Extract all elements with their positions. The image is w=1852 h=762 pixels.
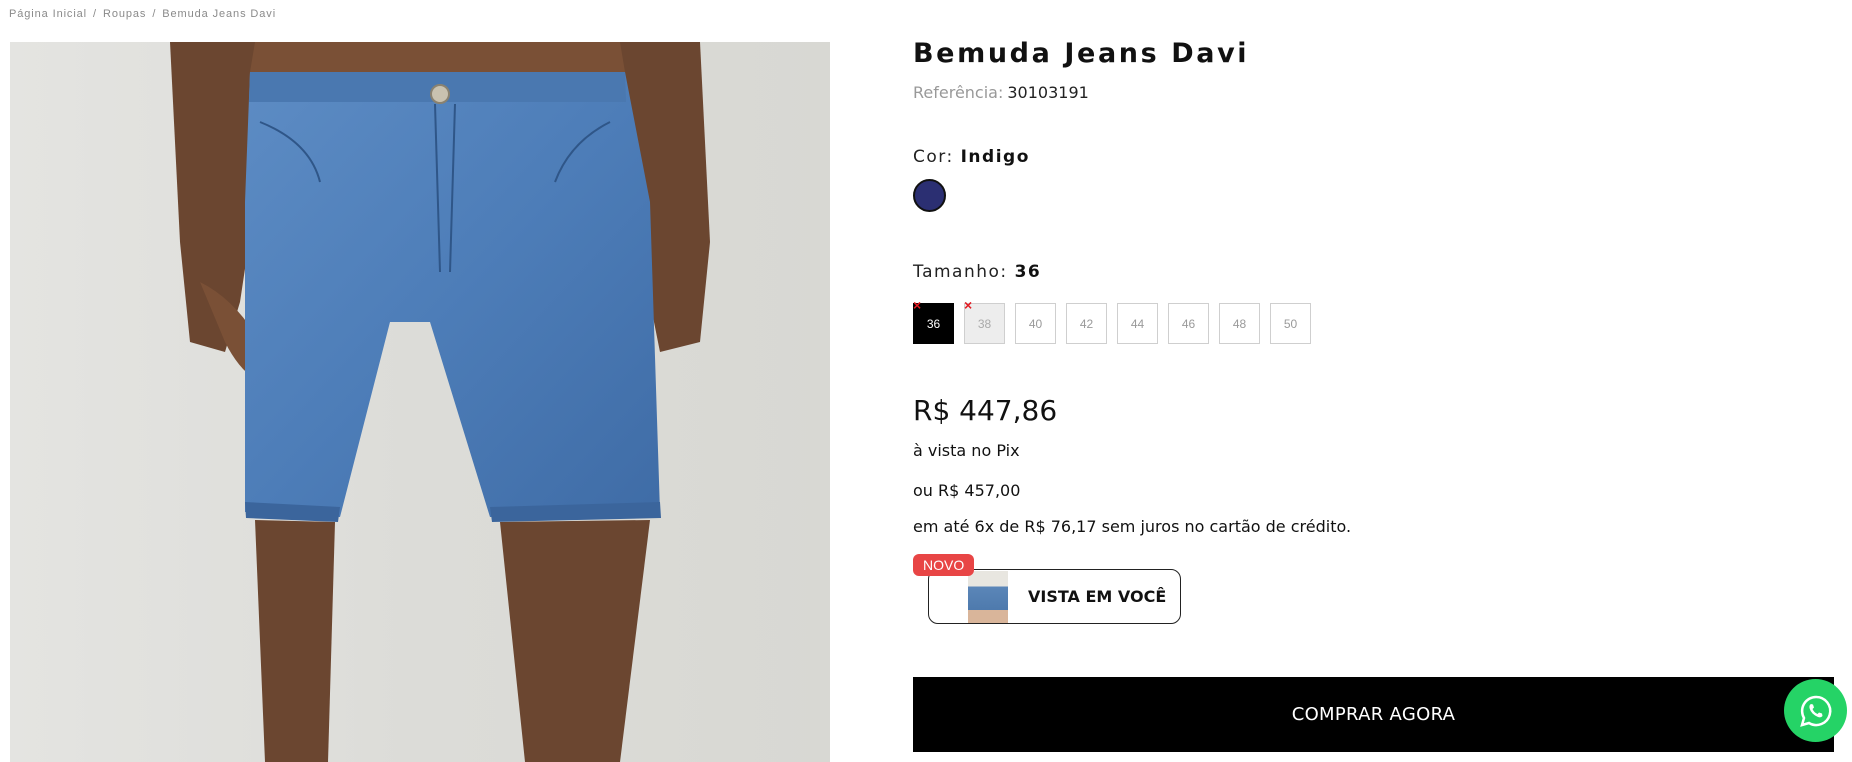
size-option-36[interactable]: × 36 [913, 298, 954, 344]
size-option-40[interactable]: 40 [1015, 303, 1056, 344]
product-photo-illustration [10, 42, 830, 762]
whatsapp-icon [1799, 695, 1831, 727]
try-on-label: VISTA EM VOCÊ [1028, 587, 1167, 606]
breadcrumb-separator: / [93, 8, 97, 20]
reference-value: 30103191 [1007, 83, 1089, 102]
whatsapp-button[interactable] [1784, 679, 1847, 742]
unavailable-x-icon: × [913, 297, 922, 313]
size-option-label: 36 [926, 316, 941, 331]
breadcrumb: Página Inicial / Roupas / Bemuda Jeans Davi [9, 8, 276, 20]
size-option-50[interactable]: 50 [1270, 303, 1311, 344]
product-image[interactable] [10, 42, 830, 762]
size-option-label: 38 [977, 316, 992, 331]
product-info: Bemuda Jeans Davi Referência: 30103191 Co… [913, 0, 1834, 762]
size-option-label: 50 [1283, 316, 1298, 331]
selected-color: Indigo [960, 147, 1030, 167]
size-option-label: 48 [1232, 316, 1247, 331]
installments-info: em até 6x de R$ 76,17 sem juros no cartã… [913, 517, 1352, 536]
try-on-thumbnail [968, 570, 1008, 623]
size-option-48[interactable]: 48 [1219, 303, 1260, 344]
pix-note: à vista no Pix [913, 441, 1020, 460]
buy-now-button[interactable]: COMPRAR AGORA [913, 677, 1834, 752]
size-selector-label: Tamanho: 36 [913, 262, 1041, 282]
color-swatch-indigo[interactable] [913, 179, 946, 212]
color-selector-label: Cor: Indigo [913, 147, 1030, 167]
unavailable-x-icon: × [964, 297, 973, 313]
breadcrumb-separator: / [152, 8, 157, 20]
try-on-button[interactable]: VISTA EM VOCÊ [928, 569, 1181, 624]
size-option-46[interactable]: 46 [1168, 303, 1209, 344]
size-option-label: 42 [1079, 316, 1094, 331]
reference-label: Referência: [913, 83, 1004, 102]
breadcrumb-category[interactable]: Roupas [103, 8, 146, 20]
card-price: ou R$ 457,00 [913, 481, 1021, 500]
product-title: Bemuda Jeans Davi [913, 38, 1250, 69]
size-option-38[interactable]: × 38 [964, 298, 1005, 344]
size-option-label: 46 [1181, 316, 1196, 331]
breadcrumb-current: Bemuda Jeans Davi [162, 8, 277, 20]
color-label: Cor: [913, 147, 954, 167]
size-option-label: 44 [1130, 316, 1145, 331]
product-reference: Referência: 30103191 [913, 83, 1089, 102]
pix-price: R$ 447,86 [913, 394, 1058, 427]
size-option-42[interactable]: 42 [1066, 303, 1107, 344]
size-label: Tamanho: [913, 262, 1008, 282]
size-options: × 36 × 38 40 42 44 46 48 50 [913, 298, 1311, 344]
size-option-44[interactable]: 44 [1117, 303, 1158, 344]
selected-size: 36 [1014, 262, 1042, 282]
size-option-label: 40 [1028, 316, 1043, 331]
new-badge: NOVO [913, 554, 975, 576]
breadcrumb-home[interactable]: Página Inicial [9, 8, 87, 20]
